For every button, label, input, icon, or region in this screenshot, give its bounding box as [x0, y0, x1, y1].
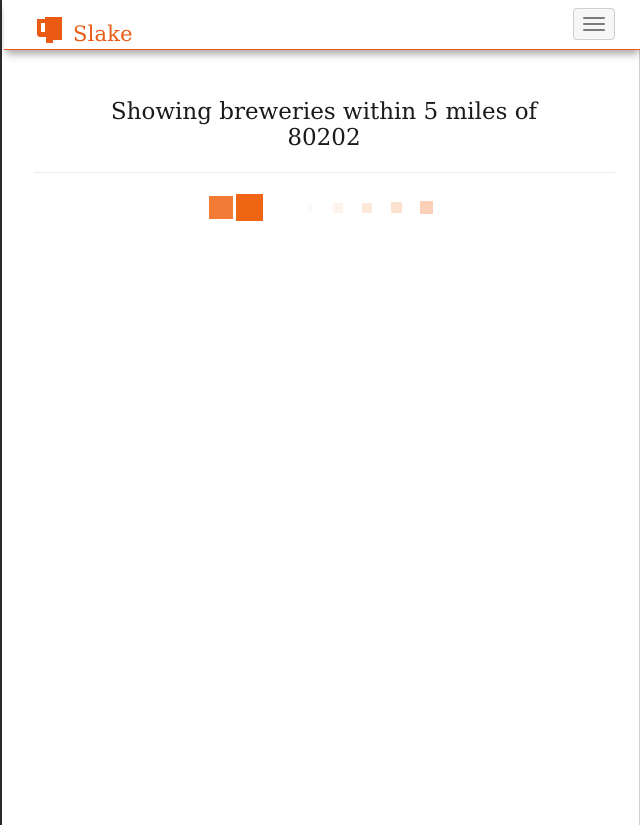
hamburger-menu-icon-bar: [583, 23, 605, 25]
page-title: Showing breweries within 5 miles of 8020…: [110, 99, 538, 151]
hamburger-menu-icon: [583, 17, 605, 19]
loading-square: [391, 202, 402, 213]
app-frame: Slake Showing breweries within 5 miles o…: [0, 0, 640, 825]
brand-name: Slake: [73, 22, 133, 46]
loading-square: [362, 203, 372, 213]
loading-square: [420, 201, 433, 214]
loading-square: [236, 194, 263, 221]
hamburger-menu-button[interactable]: [573, 8, 615, 40]
hamburger-menu-icon-bar: [583, 29, 605, 31]
divider: [34, 172, 615, 173]
top-navbar: Slake: [4, 0, 640, 50]
brand-logo-link[interactable]: Slake: [35, 14, 133, 46]
loading-square: [307, 205, 313, 211]
loading-square: [333, 203, 343, 213]
loading-square: [209, 196, 233, 219]
beer-mug-icon: [37, 17, 62, 43]
